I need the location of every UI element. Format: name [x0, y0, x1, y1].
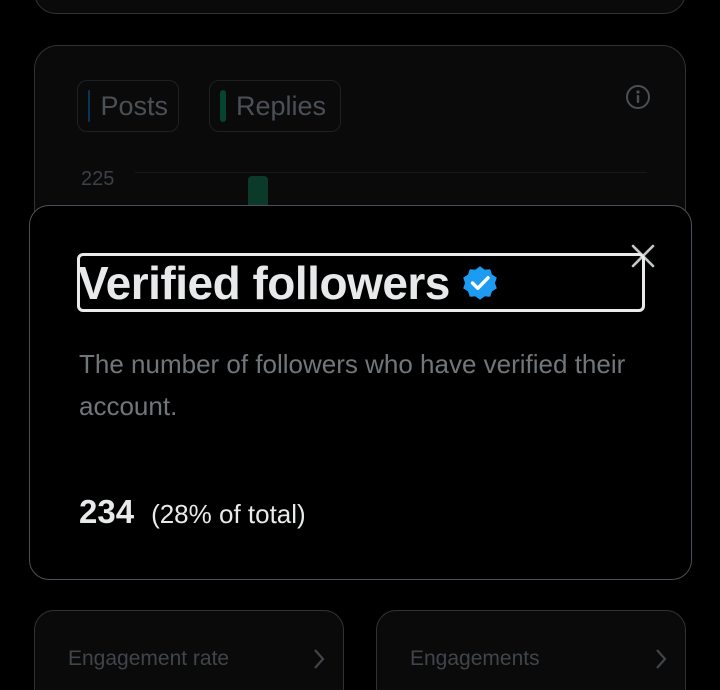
tab-replies-label: Replies [236, 90, 327, 121]
y-tick-label: 225 [81, 168, 115, 190]
engagement-rate-label: Engagement rate [68, 647, 230, 670]
dialog-title-text: Verified followers [78, 256, 450, 309]
verified-followers-dialog: Verified followers The number of followe… [29, 205, 692, 580]
engagements-label: Engagements [410, 647, 540, 670]
analytics-page: Posts Replies 225 Engagement rate Engage… [0, 0, 720, 690]
top-card [34, 0, 686, 14]
chevron-right-icon [314, 649, 325, 669]
dialog-title: Verified followers [77, 253, 645, 312]
posts-color-marker [88, 90, 91, 122]
tab-replies[interactable]: Replies [209, 80, 341, 132]
engagements-card[interactable]: Engagements [376, 610, 686, 690]
chevron-right-icon [656, 649, 667, 669]
stat-share: (28% of total) [151, 499, 306, 529]
stat-count: 234 [79, 493, 135, 530]
info-icon[interactable] [625, 84, 651, 110]
tab-posts-label: Posts [100, 90, 168, 121]
verified-badge-icon [463, 265, 497, 300]
dialog-description: The number of followers who have verifie… [79, 349, 626, 421]
engagement-rate-card[interactable]: Engagement rate [34, 610, 344, 690]
tab-posts[interactable]: Posts [77, 80, 179, 132]
chart-gridline [135, 172, 647, 173]
verified-followers-stat: 234 (28% of total) [79, 493, 306, 531]
replies-color-marker [220, 90, 226, 122]
